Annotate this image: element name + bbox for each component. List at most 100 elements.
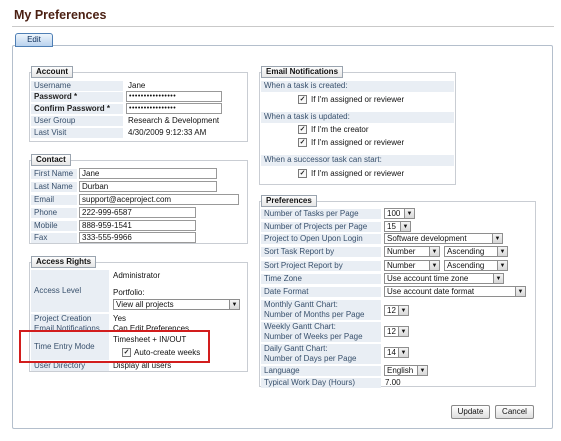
created-assigned-checkbox[interactable]: ✓ [298,95,307,104]
password-label: Password * [31,92,123,102]
weekly-gantt-value: 12 [387,327,396,336]
last-name-field[interactable]: Durban [79,181,217,192]
last-name-label: Last Name [31,182,77,192]
chevron-down-icon: ▼ [429,261,439,270]
projects-per-page-select[interactable]: 15 ▼ [384,221,411,232]
sort-task-field-select[interactable]: Number ▼ [384,246,440,257]
last-visit-value: 4/30/2009 9:12:33 AM [128,128,207,137]
username-label: Username [31,81,123,91]
portfolio-select[interactable]: View all projects ▼ [113,299,240,310]
tasks-per-page-label: Number of Tasks per Page [261,209,381,219]
time-zone-select[interactable]: Use account time zone ▼ [384,273,504,284]
task-created-header: When a task is created: [261,81,454,92]
sort-project-field-select[interactable]: Number ▼ [384,260,440,271]
sort-task-order-value: Ascending [447,247,485,256]
confirm-password-label: Confirm Password * [31,104,123,114]
phone-label: Phone [31,208,77,218]
cancel-button[interactable]: Cancel [495,405,534,419]
monthly-gantt-label: Monthly Gantt Chart: Number of Months per… [261,300,381,320]
language-value: English [387,366,414,375]
username-value: Jane [128,81,146,90]
chevron-down-icon: ▼ [398,348,408,357]
title-divider [12,26,554,27]
last-visit-label: Last Visit [31,128,123,138]
monthly-gantt-label-line1: Monthly Gantt Chart: [264,300,338,309]
date-format-value: Use account date format [387,287,475,296]
project-creation-value: Yes [113,314,127,323]
language-label: Language [261,366,381,376]
tasks-per-page-select[interactable]: 100 ▼ [384,208,415,219]
password-field[interactable]: •••••••••••••••• [126,91,222,102]
updated-assigned-checkbox[interactable]: ✓ [298,138,307,147]
projects-per-page-label: Number of Projects per Page [261,222,381,232]
sort-task-field-value: Number [387,247,416,256]
chevron-down-icon: ▼ [229,300,239,309]
time-zone-value: Use account time zone [387,274,469,283]
chevron-down-icon: ▼ [515,287,525,296]
daily-gantt-label-line1: Daily Gantt Chart: [264,344,328,353]
chevron-down-icon: ▼ [398,306,408,315]
tasks-per-page-value: 100 [387,209,401,218]
access-level-value: Administrator [113,271,161,280]
open-upon-login-select[interactable]: Software development ▼ [384,233,503,244]
sort-task-report-label: Sort Task Report by [261,247,381,257]
chevron-down-icon: ▼ [398,327,408,336]
preferences-legend: Preferences [261,195,317,207]
weekly-gantt-select[interactable]: 12 ▼ [384,326,409,337]
contact-legend: Contact [31,154,71,166]
portfolio-label: Portfolio: [113,288,145,297]
date-format-select[interactable]: Use account date format ▼ [384,286,526,297]
page-title: My Preferences [14,8,107,22]
created-assigned-label: If I'm assigned or reviewer [311,95,405,104]
chevron-down-icon: ▼ [417,366,427,375]
sort-project-order-select[interactable]: Ascending ▼ [444,260,508,271]
email-label: Email [31,195,77,205]
task-updated-header: When a task is updated: [261,112,454,123]
chevron-down-icon: ▼ [492,234,502,243]
access-level-label: Access Level [31,270,109,312]
sort-project-report-label: Sort Project Report by [261,261,381,271]
tab-edit[interactable]: Edit [15,33,53,47]
daily-gantt-label-line2: Number of Days per Page [264,354,357,363]
highlight-box [19,330,210,363]
email-field[interactable]: support@aceproject.com [79,194,239,205]
updated-creator-label: If I'm the creator [311,125,369,134]
chevron-down-icon: ▼ [400,222,410,231]
weekly-gantt-label-line2: Number of Weeks per Page [264,332,363,341]
fax-label: Fax [31,233,77,243]
chevron-down-icon: ▼ [493,274,503,283]
daily-gantt-select[interactable]: 14 ▼ [384,347,409,358]
access-rights-legend: Access Rights [31,256,97,268]
monthly-gantt-select[interactable]: 12 ▼ [384,305,409,316]
checkmark-icon: ✓ [299,126,306,133]
projects-per-page-value: 15 [387,222,396,231]
checkmark-icon: ✓ [299,96,306,103]
language-select[interactable]: English ▼ [384,365,428,376]
updated-creator-checkbox[interactable]: ✓ [298,125,307,134]
work-day-value: 7.00 [385,378,401,387]
phone-field[interactable]: 222-999-6587 [79,207,196,218]
daily-gantt-value: 14 [387,348,396,357]
account-legend: Account [31,66,73,78]
successor-assigned-checkbox[interactable]: ✓ [298,169,307,178]
portfolio-value: View all projects [116,300,174,309]
first-name-label: First Name [31,169,77,179]
mobile-field[interactable]: 888-959-1541 [79,220,196,231]
update-button[interactable]: Update [451,405,490,419]
successor-assigned-label: If I'm assigned or reviewer [311,169,405,178]
open-upon-login-value: Software development [387,234,467,243]
chevron-down-icon: ▼ [497,261,507,270]
checkmark-icon: ✓ [299,139,306,146]
open-upon-login-label: Project to Open Upon Login [261,234,381,244]
fax-field[interactable]: 333-555-9966 [79,232,196,243]
sort-project-order-value: Ascending [447,261,485,270]
monthly-gantt-label-line2: Number of Months per Page [264,310,365,319]
sort-task-order-select[interactable]: Ascending ▼ [444,246,508,257]
checkmark-icon: ✓ [299,170,306,177]
email-notifications-legend: Email Notifications [261,66,344,78]
chevron-down-icon: ▼ [429,247,439,256]
confirm-password-field[interactable]: •••••••••••••••• [126,103,222,114]
first-name-field[interactable]: Jane [79,168,217,179]
monthly-gantt-value: 12 [387,306,396,315]
chevron-down-icon: ▼ [497,247,507,256]
